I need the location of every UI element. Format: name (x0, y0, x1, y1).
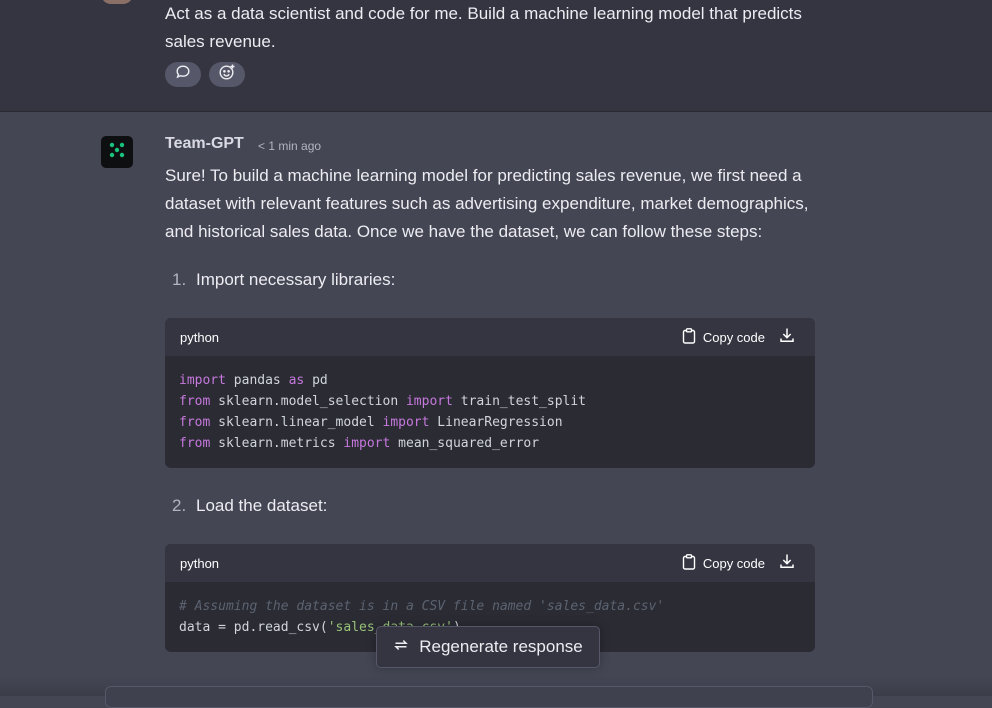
code-actions: Copy code (682, 553, 795, 574)
assistant-avatar (101, 136, 133, 168)
user-avatar (101, 0, 133, 4)
code-content: import pandas as pd from sklearn.model_s… (179, 373, 587, 451)
download-icon (779, 553, 795, 574)
list-item: 2. Load the dataset: (172, 492, 327, 520)
assistant-name: Team-GPT (165, 135, 244, 152)
add-reaction-icon (218, 63, 236, 86)
list-item-number: 2. (172, 496, 187, 515)
list-item-text: Import necessary libraries: (196, 270, 396, 289)
copy-code-label: Copy code (702, 555, 765, 571)
download-icon (779, 327, 795, 348)
code-language: python (180, 329, 220, 345)
refresh-icon (393, 637, 409, 658)
code-language: python (180, 555, 220, 571)
code-block: python Copy code (165, 318, 815, 468)
list-item-text: Load the dataset: (196, 496, 328, 515)
team-gpt-logo-icon (107, 140, 127, 165)
list-item-number: 1. (172, 270, 187, 289)
code-actions: Copy code (682, 327, 795, 348)
message-input-box[interactable] (105, 686, 873, 708)
copy-code-label: Copy code (702, 329, 765, 345)
download-code-button[interactable] (779, 327, 795, 348)
message-timestamp: < 1 min ago (258, 139, 322, 153)
clipboard-icon (682, 553, 696, 573)
user-message-text: Act as a data scientist and code for me.… (165, 4, 802, 51)
comment-button[interactable] (165, 62, 201, 87)
list-item: 1. Import necessary libraries: (172, 266, 395, 294)
user-message: Act as a data scientist and code for me.… (0, 0, 992, 112)
copy-code-button[interactable]: Copy code (682, 553, 765, 573)
code-header: python Copy code (165, 544, 815, 582)
clipboard-icon (682, 327, 696, 347)
code-header: python Copy code (165, 318, 815, 356)
regenerate-label: Regenerate response (419, 637, 583, 656)
add-reaction-button[interactable] (209, 62, 245, 87)
assistant-intro: Sure! To build a machine learning model … (165, 166, 809, 241)
copy-code-button[interactable]: Copy code (682, 327, 765, 347)
download-code-button[interactable] (779, 553, 795, 574)
comment-icon (175, 64, 191, 85)
regenerate-response-button[interactable]: Regenerate response (376, 626, 600, 668)
